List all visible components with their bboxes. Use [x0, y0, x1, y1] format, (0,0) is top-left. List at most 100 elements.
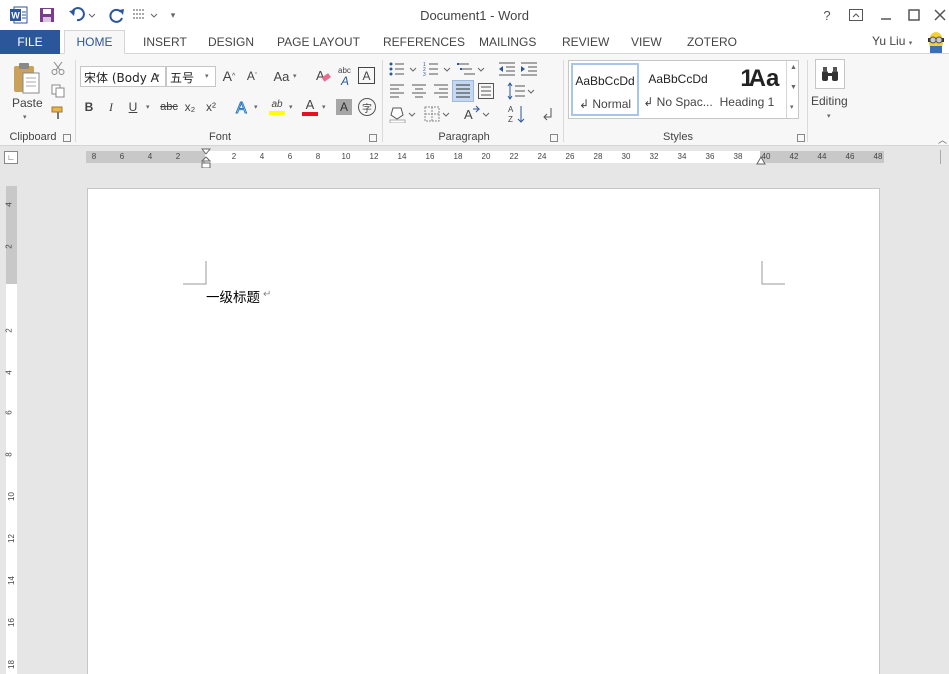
bold-button[interactable]: B: [82, 98, 96, 116]
paragraph-launcher-icon[interactable]: [550, 134, 558, 142]
tab-insert[interactable]: INSERT: [141, 30, 189, 54]
style-no-spacing[interactable]: AaBbCcDd ↲ No Spac...: [643, 63, 713, 116]
tab-zotero[interactable]: ZOTERO: [685, 30, 739, 54]
font-size-dropdown-icon[interactable]: ▾: [205, 72, 209, 80]
tab-view[interactable]: VIEW: [629, 30, 664, 54]
borders-icon[interactable]: [422, 104, 452, 124]
phonetic-guide-icon[interactable]: abc A: [336, 65, 356, 87]
distributed-icon[interactable]: [477, 82, 495, 100]
change-case-icon[interactable]: Aa ▾: [270, 67, 300, 85]
ruler-tick-label: 8: [315, 152, 321, 161]
tab-references[interactable]: REFERENCES: [381, 30, 467, 54]
editing-button[interactable]: Editing: [811, 94, 848, 108]
ruler-tick-label: 8: [91, 152, 97, 161]
highlight-icon[interactable]: ab: [267, 97, 287, 117]
editing-dropdown-icon[interactable]: ▾: [827, 112, 831, 120]
indent-marker-icon[interactable]: [200, 148, 212, 170]
subscript-button[interactable]: x₂: [182, 98, 198, 116]
vertical-ruler[interactable]: 4 2 2 4 6 8 10 12 14 16 18: [4, 186, 17, 674]
ruler-tick-label: 16: [425, 152, 435, 161]
clipboard-launcher-icon[interactable]: [63, 134, 71, 142]
group-divider: [382, 60, 383, 142]
clear-formatting-icon[interactable]: A: [313, 66, 333, 86]
svg-text:A: A: [316, 68, 325, 83]
cut-icon[interactable]: [50, 60, 66, 76]
strikethrough-button[interactable]: abc: [158, 98, 180, 116]
tab-mailings[interactable]: MAILINGS: [477, 30, 538, 54]
bullets-icon[interactable]: [388, 60, 418, 78]
superscript-button[interactable]: x²: [203, 98, 219, 116]
shading-icon[interactable]: [388, 104, 418, 124]
styles-launcher-icon[interactable]: [797, 134, 805, 142]
font-color-swatch: [302, 112, 318, 116]
copy-icon[interactable]: [50, 83, 66, 99]
restore-icon[interactable]: [902, 4, 926, 26]
paste-icon[interactable]: [10, 60, 42, 96]
show-hide-marks-icon[interactable]: [538, 104, 556, 124]
svg-text:A: A: [464, 107, 473, 122]
right-indent-marker-icon[interactable]: [756, 155, 766, 165]
ruler-tick-label: 46: [845, 152, 855, 161]
format-painter-icon[interactable]: [50, 105, 66, 121]
user-account[interactable]: Yu Liu ▾: [872, 34, 912, 48]
increase-indent-icon[interactable]: [519, 60, 539, 78]
styles-more-icon[interactable]: ▾: [790, 103, 794, 111]
numbering-icon[interactable]: 123: [422, 60, 452, 78]
font-family-dropdown-icon[interactable]: ▾: [156, 72, 160, 80]
style-preview: AaBbCcDd: [575, 74, 635, 88]
underline-dropdown-icon[interactable]: ▾: [146, 103, 150, 111]
text-effects-dropdown-icon[interactable]: ▾: [254, 103, 258, 111]
find-binoculars-icon[interactable]: [815, 59, 845, 89]
shrink-font-icon[interactable]: Aˇ: [243, 67, 261, 85]
minimize-icon[interactable]: [874, 4, 898, 26]
paste-dropdown-icon[interactable]: ▾: [23, 113, 27, 121]
enclose-characters-icon[interactable]: 字: [358, 98, 376, 116]
ribbon-display-options-icon[interactable]: [844, 4, 868, 26]
tab-file[interactable]: FILE: [0, 30, 60, 54]
paste-button[interactable]: Paste: [12, 96, 43, 110]
tab-review[interactable]: REVIEW: [560, 30, 611, 54]
text-effects-icon[interactable]: A: [234, 97, 252, 117]
style-label: ↲ Normal: [578, 97, 632, 111]
multilevel-list-icon[interactable]: [456, 60, 486, 78]
align-left-icon[interactable]: [388, 82, 406, 100]
tab-design[interactable]: DESIGN: [206, 30, 256, 54]
character-shading-icon[interactable]: A: [336, 99, 352, 115]
justify-icon[interactable]: [452, 80, 474, 102]
line-spacing-icon[interactable]: [506, 81, 536, 101]
grow-font-icon[interactable]: A ^: [220, 67, 238, 85]
tab-page-layout[interactable]: PAGE LAYOUT: [275, 30, 362, 54]
style-normal[interactable]: AaBbCcDd ↲ Normal: [571, 63, 639, 116]
vertical-scrollbar-top[interactable]: [940, 150, 949, 164]
styles-scroll-down-icon[interactable]: ▼: [790, 84, 797, 91]
align-center-icon[interactable]: [410, 82, 428, 100]
style-title[interactable]: Aa: [744, 63, 784, 116]
document-page[interactable]: [87, 188, 880, 674]
ruler-tick-label: 26: [565, 152, 575, 161]
asian-layout-icon[interactable]: A: [462, 104, 492, 124]
underline-button[interactable]: U: [126, 98, 140, 116]
align-right-icon[interactable]: [432, 82, 450, 100]
ruler-tick-label: 4: [4, 202, 14, 207]
tab-home[interactable]: HOME: [64, 30, 125, 54]
highlight-dropdown-icon[interactable]: ▾: [289, 103, 293, 111]
help-icon[interactable]: ?: [815, 4, 839, 26]
ruler-tick-label: 4: [147, 152, 153, 161]
collapse-ribbon-icon[interactable]: ︿: [938, 133, 947, 146]
avatar[interactable]: [926, 30, 946, 54]
font-family-select[interactable]: 宋体 (Body A: [80, 66, 166, 87]
font-color-icon[interactable]: A: [300, 97, 320, 117]
character-border-icon[interactable]: A: [358, 67, 375, 84]
font-launcher-icon[interactable]: [369, 134, 377, 142]
italic-button[interactable]: I: [104, 98, 118, 116]
styles-scroll-up-icon[interactable]: ▲: [790, 64, 797, 71]
svg-text:A: A: [340, 74, 349, 87]
font-family-value: 宋体 (Body A: [84, 71, 159, 85]
tab-selector-icon[interactable]: ∟: [4, 151, 18, 164]
decrease-indent-icon[interactable]: [497, 60, 517, 78]
close-icon[interactable]: [928, 4, 949, 26]
document-heading-text[interactable]: 一级标题: [206, 286, 260, 306]
ruler-tick-label: 38: [733, 152, 743, 161]
sort-icon[interactable]: AZ: [507, 103, 527, 125]
font-color-dropdown-icon[interactable]: ▾: [322, 103, 326, 111]
